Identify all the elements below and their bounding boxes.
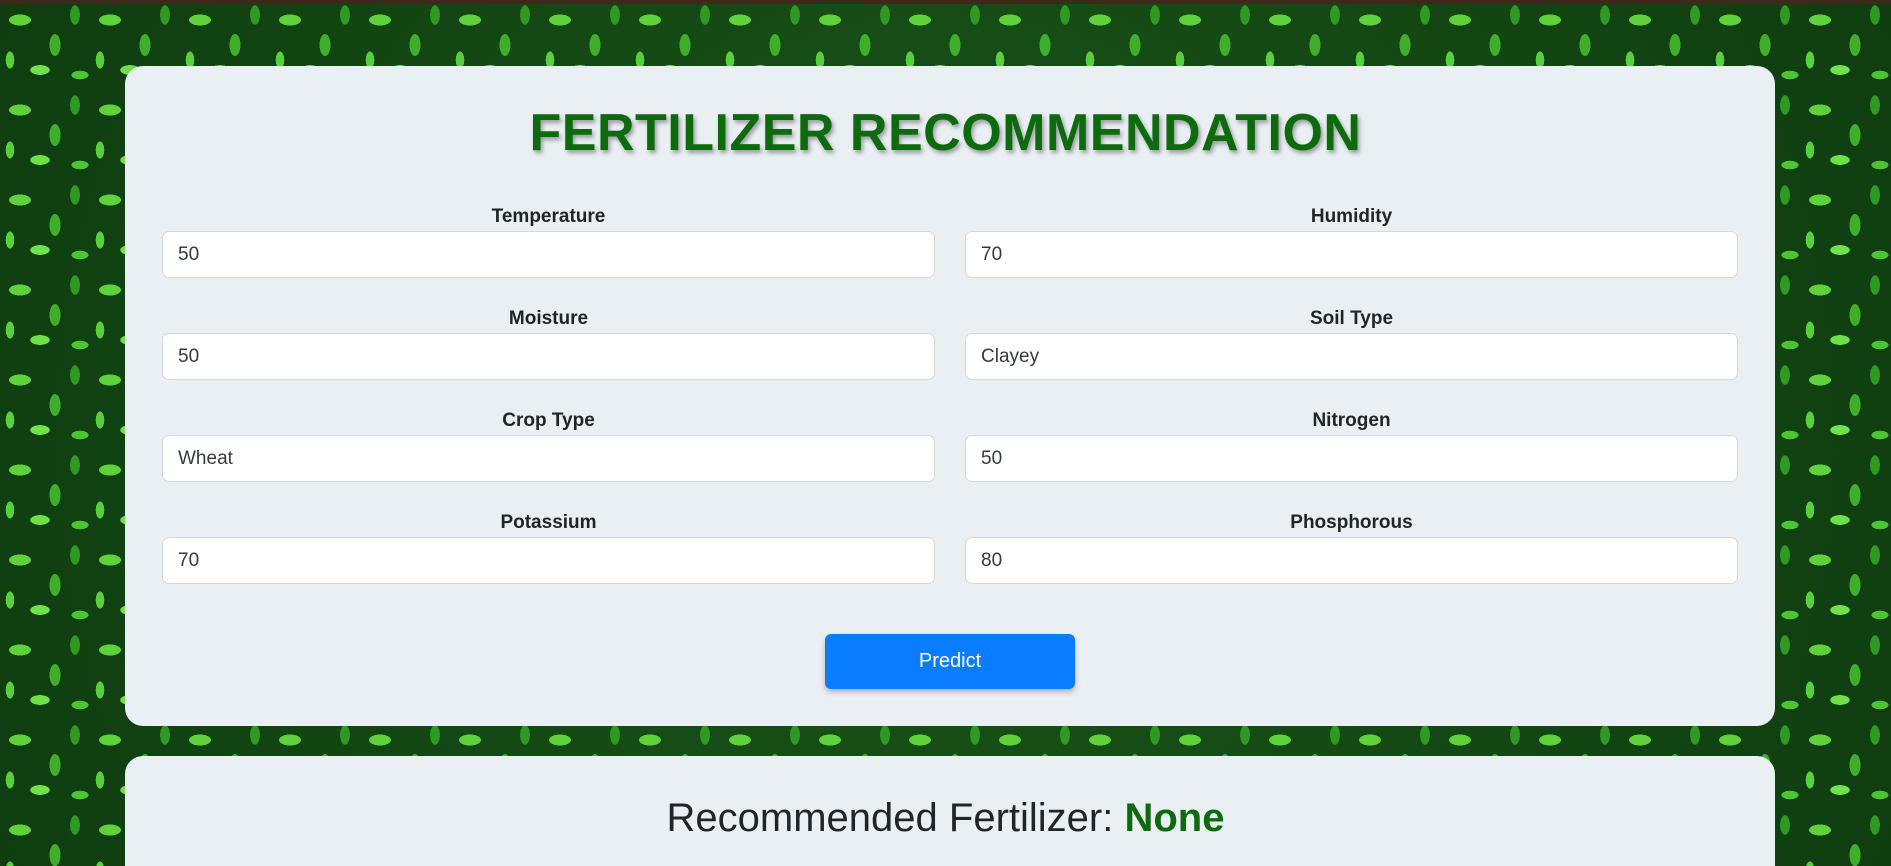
potassium-input[interactable] [162, 537, 935, 584]
nitrogen-input[interactable] [965, 435, 1738, 482]
moisture-field: Moisture [162, 307, 935, 380]
crop-type-input[interactable] [162, 435, 935, 482]
soil-type-label: Soil Type [1309, 308, 1394, 329]
moisture-label: Moisture [508, 308, 589, 329]
soil-type-field: Soil Type [965, 307, 1738, 380]
phosphorous-field: Phosphorous [965, 511, 1738, 584]
humidity-input[interactable] [965, 231, 1738, 278]
crop-type-field: Crop Type [162, 409, 935, 482]
potassium-field: Potassium [162, 511, 935, 584]
soil-type-input[interactable] [965, 333, 1738, 380]
humidity-field: Humidity [965, 205, 1738, 278]
result-label: Recommended Fertilizer: [666, 796, 1125, 840]
temperature-label: Temperature [491, 206, 606, 227]
top-border [0, 0, 1891, 4]
phosphorous-input[interactable] [965, 537, 1738, 584]
temperature-field: Temperature [162, 205, 935, 278]
moisture-input[interactable] [162, 333, 935, 380]
page-title: FERTILIZER RECOMMENDATION [529, 104, 1362, 162]
potassium-label: Potassium [500, 512, 597, 533]
crop-type-label: Crop Type [502, 410, 595, 431]
result-value: None [1124, 796, 1225, 840]
humidity-label: Humidity [1310, 206, 1393, 227]
phosphorous-label: Phosphorous [1290, 512, 1413, 533]
nitrogen-label: Nitrogen [1312, 410, 1391, 431]
predict-button[interactable]: Predict [825, 634, 1075, 689]
result-heading: Recommended Fertilizer: None [0, 796, 1891, 841]
nitrogen-field: Nitrogen [965, 409, 1738, 482]
temperature-input[interactable] [162, 231, 935, 278]
form-card [125, 66, 1775, 726]
